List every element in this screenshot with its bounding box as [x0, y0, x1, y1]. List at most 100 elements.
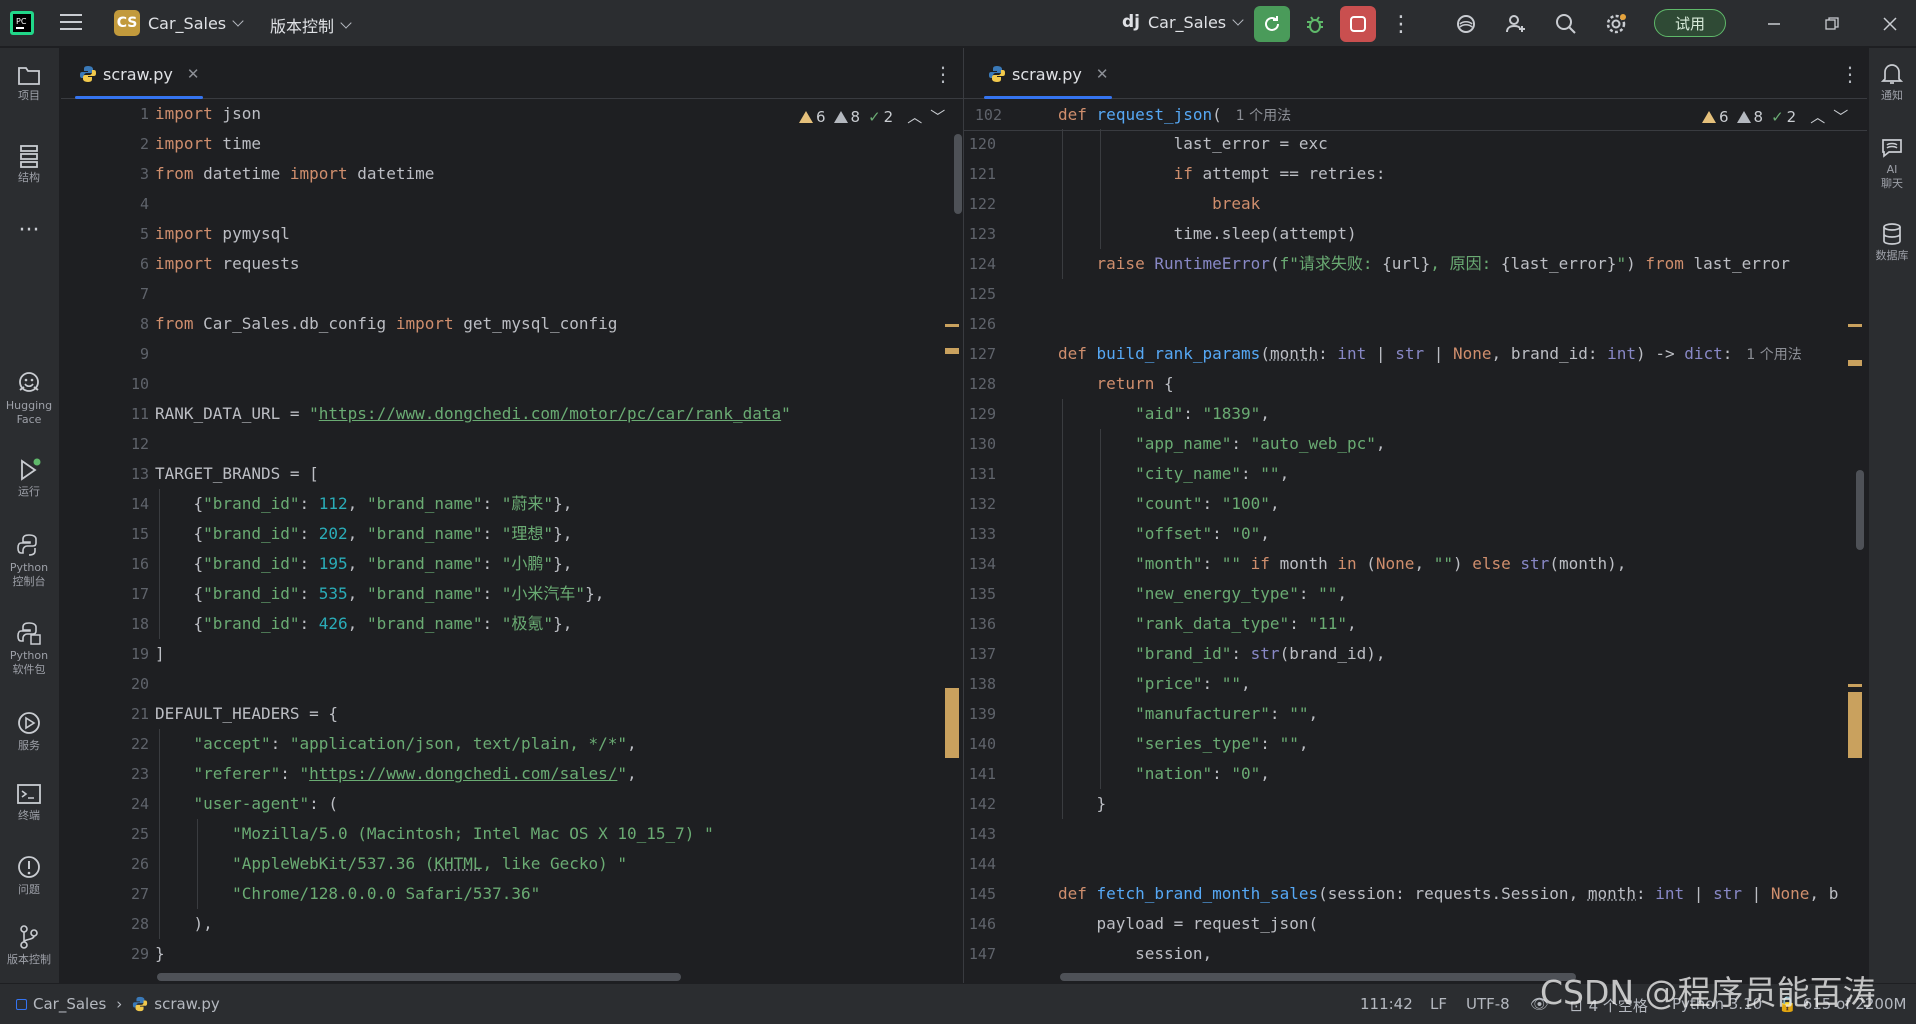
- tool-python-console[interactable]: Python 控制台: [0, 532, 58, 589]
- tool-structure[interactable]: 结构: [0, 144, 58, 185]
- code-line[interactable]: [155, 369, 165, 399]
- code-line[interactable]: ),: [155, 909, 213, 939]
- code-line[interactable]: "city_name": "",: [1058, 459, 1289, 489]
- line-number[interactable]: 133: [969, 525, 996, 543]
- more-tools-icon[interactable]: ···: [0, 218, 58, 243]
- pycharm-logo-icon[interactable]: PC: [10, 11, 34, 35]
- line-number[interactable]: 134: [969, 555, 996, 573]
- search-button[interactable]: [1548, 6, 1584, 42]
- line-number[interactable]: 144: [969, 855, 996, 873]
- code-line[interactable]: [1058, 849, 1068, 879]
- code-line[interactable]: from datetime import datetime: [155, 159, 434, 189]
- line-number[interactable]: 125: [969, 285, 996, 303]
- code-line[interactable]: break: [1058, 189, 1260, 219]
- line-number[interactable]: 5: [140, 225, 149, 243]
- vertical-scrollbar[interactable]: [954, 134, 962, 214]
- chevron-down-icon[interactable]: ﹀: [1833, 106, 1848, 127]
- code-line[interactable]: {"brand_id": 535, "brand_name": "小米汽车"},: [155, 579, 605, 609]
- breadcrumb-file[interactable]: scraw.py: [154, 995, 219, 1013]
- inspection-widget[interactable]: 6 8 ✓ 2 ︿ ﹀: [799, 106, 953, 127]
- line-number[interactable]: 138: [969, 675, 996, 693]
- code-line[interactable]: [1058, 279, 1068, 309]
- line-number[interactable]: 124: [969, 255, 996, 273]
- line-number[interactable]: 18: [131, 615, 149, 633]
- trial-button[interactable]: 试用: [1654, 9, 1726, 37]
- code-line[interactable]: RANK_DATA_URL = "https://www.dongchedi.c…: [155, 399, 791, 429]
- line-number[interactable]: 130: [969, 435, 996, 453]
- editor-tab[interactable]: scraw.py ✕: [980, 56, 1116, 99]
- tool-terminal[interactable]: 终端: [0, 782, 58, 823]
- line-number[interactable]: 29: [131, 945, 149, 963]
- minimize-button[interactable]: [1756, 6, 1792, 42]
- code-line[interactable]: ]: [155, 639, 165, 669]
- code-line[interactable]: payload = request_json(: [1058, 909, 1319, 939]
- tab-options-icon[interactable]: ⋮: [933, 62, 953, 86]
- code-line[interactable]: "count": "100",: [1058, 489, 1280, 519]
- code-line[interactable]: [155, 669, 165, 699]
- tool-hugging-face[interactable]: Hugging Face: [0, 370, 58, 427]
- close-window-button[interactable]: [1872, 6, 1908, 42]
- settings-button[interactable]: [1598, 6, 1634, 42]
- code-line[interactable]: def fetch_brand_month_sales(session: req…: [1058, 879, 1838, 909]
- line-number[interactable]: 121: [969, 165, 996, 183]
- code-line[interactable]: "rank_data_type": "11",: [1058, 609, 1357, 639]
- code-line[interactable]: [1058, 309, 1068, 339]
- tool-vcs[interactable]: 版本控制: [0, 924, 58, 967]
- editor-tab[interactable]: scraw.py ✕: [71, 56, 207, 99]
- line-number[interactable]: 27: [131, 885, 149, 903]
- add-user-button[interactable]: [1498, 6, 1534, 42]
- ai-assistant-button[interactable]: [1448, 6, 1484, 42]
- tool-database[interactable]: 数据库: [1869, 222, 1915, 263]
- code-line[interactable]: [155, 429, 165, 459]
- line-number[interactable]: 127: [969, 345, 996, 363]
- line-number[interactable]: 25: [131, 825, 149, 843]
- code-line[interactable]: def build_rank_params(month: int | str |…: [1058, 339, 1802, 369]
- line-number[interactable]: 131: [969, 465, 996, 483]
- line-number[interactable]: 16: [131, 555, 149, 573]
- code-line[interactable]: "nation": "0",: [1058, 759, 1270, 789]
- code-line[interactable]: TARGET_BRANDS = [: [155, 459, 319, 489]
- code-line[interactable]: "AppleWebKit/537.36 (KHTML, like Gecko) …: [155, 849, 627, 879]
- line-number[interactable]: 7: [140, 285, 149, 303]
- line-number[interactable]: 145: [969, 885, 996, 903]
- close-tab-icon[interactable]: ✕: [187, 65, 200, 83]
- line-number[interactable]: 120: [969, 135, 996, 153]
- code-line[interactable]: import time: [155, 129, 261, 159]
- line-number[interactable]: 132: [969, 495, 996, 513]
- code-line[interactable]: import pymysql: [155, 219, 290, 249]
- chevron-up-icon[interactable]: ︿: [907, 106, 922, 127]
- code-line[interactable]: import requests: [155, 249, 300, 279]
- line-number[interactable]: 126: [969, 315, 996, 333]
- line-separator[interactable]: LF: [1430, 995, 1447, 1013]
- line-number[interactable]: 8: [140, 315, 149, 333]
- breadcrumb-project[interactable]: Car_Sales: [33, 995, 106, 1013]
- vcs-menu[interactable]: 版本控制: [270, 13, 352, 37]
- line-number[interactable]: 26: [131, 855, 149, 873]
- code-line[interactable]: return {: [1058, 369, 1174, 399]
- line-number[interactable]: 146: [969, 915, 996, 933]
- code-line[interactable]: [155, 279, 165, 309]
- rerun-button[interactable]: [1254, 6, 1290, 42]
- horizontal-scrollbar[interactable]: [157, 973, 681, 981]
- code-line[interactable]: [1058, 819, 1068, 849]
- line-number[interactable]: 4: [140, 195, 149, 213]
- line-number[interactable]: 141: [969, 765, 996, 783]
- tool-ai-chat[interactable]: AI 聊天: [1869, 136, 1915, 191]
- code-line[interactable]: session,: [1058, 939, 1212, 969]
- error-stripe-mark[interactable]: [1848, 324, 1862, 327]
- vertical-scrollbar[interactable]: [1856, 470, 1864, 550]
- line-number[interactable]: 137: [969, 645, 996, 663]
- run-config-selector[interactable]: dj Car_Sales: [1122, 12, 1244, 32]
- tool-run[interactable]: 运行: [0, 458, 58, 499]
- code-line[interactable]: "Mozilla/5.0 (Macintosh; Intel Mac OS X …: [155, 819, 714, 849]
- line-number[interactable]: 15: [131, 525, 149, 543]
- line-number[interactable]: 140: [969, 735, 996, 753]
- code-line[interactable]: }: [1058, 789, 1107, 819]
- code-line[interactable]: "month": "" if month in (None, "") else …: [1058, 549, 1626, 579]
- code-line[interactable]: "accept": "application/json, text/plain,…: [155, 729, 637, 759]
- line-number[interactable]: 19: [131, 645, 149, 663]
- inspection-widget[interactable]: 6 8 ✓ 2 ︿ ﹀: [1702, 106, 1856, 127]
- line-number[interactable]: 128: [969, 375, 996, 393]
- code-line[interactable]: {"brand_id": 202, "brand_name": "理想"},: [155, 519, 573, 549]
- tool-project[interactable]: 项目: [0, 64, 58, 103]
